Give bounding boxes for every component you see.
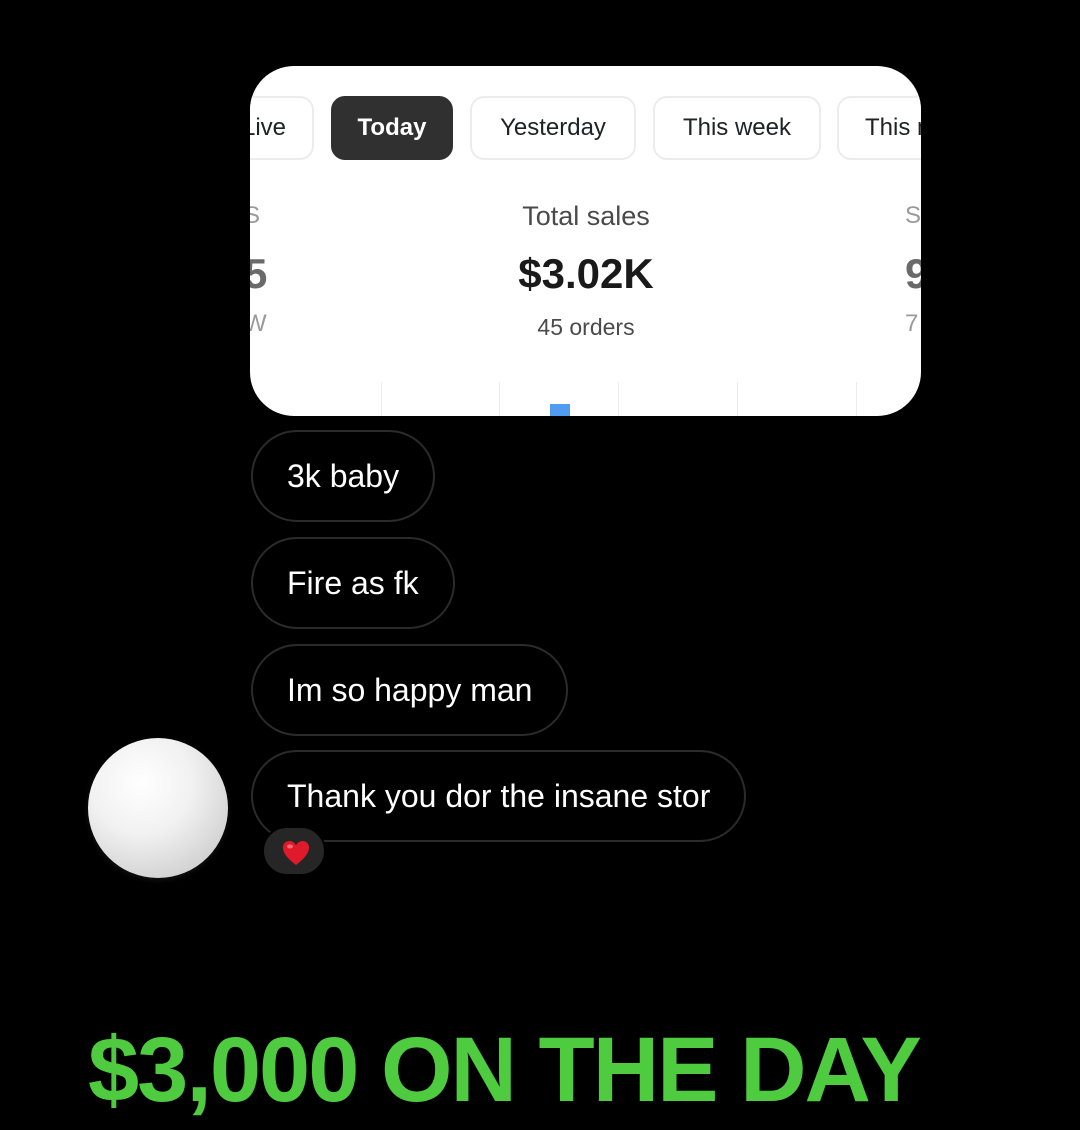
- previous-metric-clipped: S 5 W: [250, 196, 274, 344]
- chart-gridline: [381, 382, 382, 416]
- next-metric-label: S: [905, 202, 921, 229]
- avatar[interactable]: [88, 738, 228, 878]
- date-range-tabs: Live Today Yesterday This week This mont…: [250, 96, 921, 162]
- sales-summary-card: Live Today Yesterday This week This mont…: [250, 66, 921, 416]
- tab-live[interactable]: Live: [250, 96, 314, 160]
- message-bubble[interactable]: 3k baby: [251, 430, 436, 522]
- chart-gridline: [856, 382, 857, 416]
- chart-gridline: [618, 382, 619, 416]
- tab-today[interactable]: Today: [331, 96, 453, 160]
- total-sales-metric: Total sales $3.02K 45 orders: [486, 196, 686, 344]
- tab-this-month[interactable]: This month: [837, 96, 921, 160]
- tab-this-week[interactable]: This week: [653, 96, 821, 160]
- next-metric-value: 9: [905, 250, 921, 297]
- metric-orders: 45 orders: [537, 314, 635, 340]
- message-bubble[interactable]: Im so happy man: [251, 644, 569, 736]
- message-bubble[interactable]: Thank you dor the insane stor: [251, 750, 747, 842]
- metric-value: $3.02K: [518, 250, 654, 297]
- message-reaction[interactable]: [262, 826, 326, 876]
- chart-gridline: [499, 382, 500, 416]
- previous-metric-sub: W: [250, 310, 267, 337]
- next-metric-sub: 7: [905, 310, 919, 337]
- chart-bar: [550, 404, 570, 416]
- previous-metric-label: S: [250, 202, 261, 229]
- message-bubble[interactable]: Fire as fk: [251, 537, 455, 629]
- tab-yesterday[interactable]: Yesterday: [470, 96, 636, 160]
- heart-icon: [283, 841, 309, 865]
- metric-label: Total sales: [522, 201, 650, 231]
- next-metric-clipped: S 9 7: [905, 196, 921, 344]
- previous-metric-value: 5: [250, 250, 268, 297]
- chart-gridline: [737, 382, 738, 416]
- headline-caption: $3,000 ON THE DAY: [88, 1019, 922, 1121]
